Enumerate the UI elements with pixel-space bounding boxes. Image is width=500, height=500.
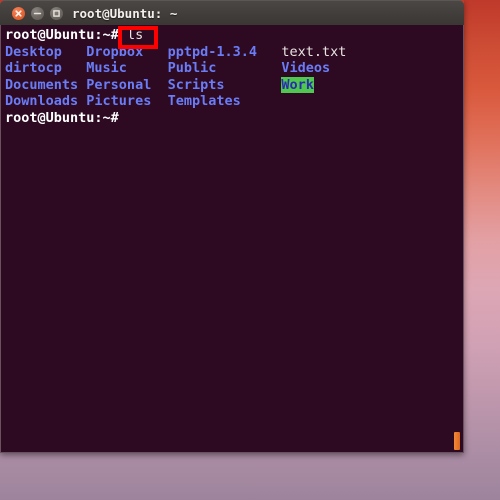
listing-entry: Videos bbox=[281, 60, 331, 77]
terminal-line: Desktop Dropbox pptpd-1.3.4 text.txt bbox=[5, 44, 346, 61]
terminal-window[interactable]: root@Ubuntu: ~ root@Ubuntu:~# ls Desktop … bbox=[0, 0, 464, 453]
listing-entry: Dropbox bbox=[86, 43, 144, 60]
listing-entry: Music bbox=[86, 60, 127, 77]
listing-entry: pptpd-1.3.4 bbox=[167, 43, 257, 60]
listing-entry: Templates bbox=[167, 93, 241, 110]
window-title: root@Ubuntu: ~ bbox=[72, 6, 178, 21]
listing-entry: Documents bbox=[5, 76, 79, 93]
terminal-line: Documents Personal Scripts Work bbox=[5, 76, 346, 94]
listing-entry: Downloads bbox=[5, 93, 79, 110]
listing-entry: Scripts bbox=[167, 76, 225, 93]
listing-entry: Public bbox=[167, 60, 217, 77]
terminal-line: root@Ubuntu:~# ls bbox=[5, 27, 346, 44]
terminal-line: Downloads Pictures Templates bbox=[5, 93, 346, 110]
typed-command: ls bbox=[126, 27, 144, 43]
shell-prompt: root@Ubuntu:~# bbox=[5, 109, 119, 126]
listing-entry: Pictures bbox=[86, 93, 152, 110]
terminal-output-area[interactable]: root@Ubuntu:~# ls Desktop Dropbox pptpd-1… bbox=[0, 25, 464, 453]
listing-entry: text.txt bbox=[281, 43, 347, 60]
listing-entry: Desktop bbox=[5, 43, 62, 60]
listing-entry: Personal bbox=[86, 76, 152, 93]
terminal-line: dirtocp Music Public Videos bbox=[5, 60, 346, 77]
listing-entry: dirtocp bbox=[5, 60, 62, 77]
desktop-background: root@Ubuntu: ~ root@Ubuntu:~# ls Desktop … bbox=[0, 0, 500, 500]
window-titlebar[interactable]: root@Ubuntu: ~ bbox=[0, 0, 464, 26]
terminal-line: root@Ubuntu:~# bbox=[5, 110, 346, 127]
shell-prompt: root@Ubuntu:~# bbox=[5, 27, 119, 43]
terminal-text: root@Ubuntu:~# ls Desktop Dropbox pptpd-1… bbox=[5, 27, 346, 127]
listing-entry: Work bbox=[281, 76, 314, 93]
terminal-scrollbar[interactable] bbox=[454, 432, 460, 450]
